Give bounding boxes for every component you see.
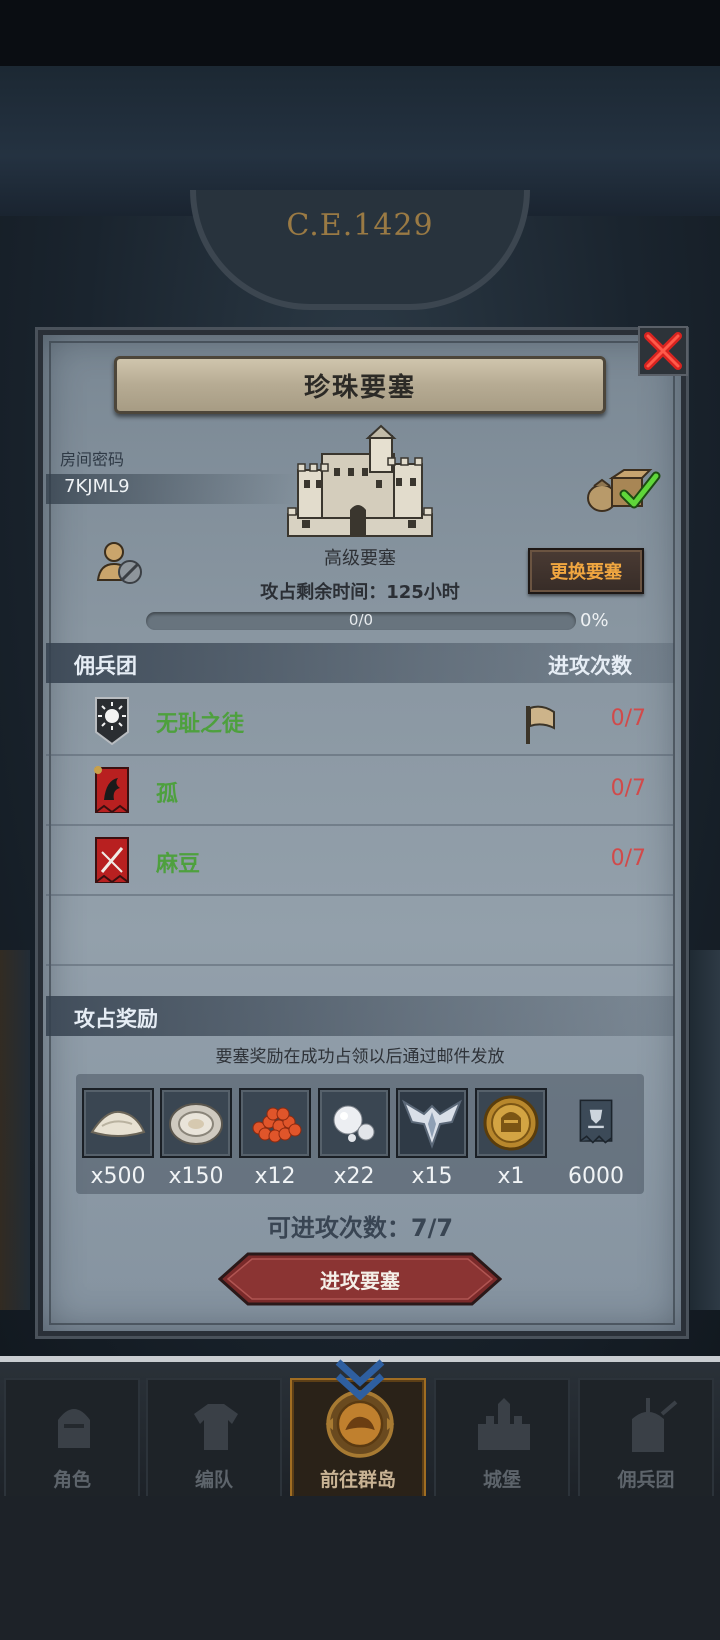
mercenary-name: 孤 xyxy=(156,782,179,807)
nav-item-formation[interactable]: 编队 xyxy=(146,1378,282,1500)
change-fortress-button[interactable]: 更换要塞 xyxy=(528,548,644,594)
change-fortress-label: 更换要塞 xyxy=(550,562,622,583)
pearl-icon xyxy=(322,1092,386,1154)
reward-qty: x22 xyxy=(333,1164,375,1189)
reward-item[interactable]: x1 xyxy=(475,1088,547,1189)
reward-item[interactable]: x12 xyxy=(239,1088,311,1189)
knight-helmet-icon xyxy=(58,1409,90,1448)
guild-banner-icon xyxy=(579,1099,613,1144)
fortress-castle-icon xyxy=(287,424,433,537)
close-icon xyxy=(644,332,682,370)
reward-qty: x150 xyxy=(168,1164,224,1189)
salt-pile-icon xyxy=(86,1092,150,1154)
capture-progress-text: 0/0 xyxy=(348,611,374,629)
reward-qty: x1 xyxy=(497,1164,525,1189)
oyster-icon xyxy=(164,1092,228,1154)
reward-qty: x500 xyxy=(90,1164,146,1189)
reward-item[interactable]: x15 xyxy=(396,1088,468,1189)
empty-mercenary-slot xyxy=(46,896,674,966)
calendar-year: C.E.1429 xyxy=(286,208,434,243)
nav-label: 城堡 xyxy=(482,1469,521,1491)
reward-qty: x15 xyxy=(411,1164,453,1189)
mercenary-attack-count: 0/7 xyxy=(610,706,646,731)
fortress-type-label: 高级要塞 xyxy=(324,548,396,569)
reward-header-label: 攻占奖励 xyxy=(74,1007,158,1031)
attack-count-header: 进攻次数 xyxy=(548,654,632,678)
attack-fortress-label: 进攻要塞 xyxy=(320,1268,400,1293)
mercenary-name: 麻豆 xyxy=(156,852,201,877)
capture-progress-percent: 0% xyxy=(580,610,609,631)
reward-note: 要塞奖励在成功占领以后通过邮件发放 xyxy=(215,1047,505,1067)
status-bar-area xyxy=(0,0,720,66)
nav-label: 佣兵团 xyxy=(617,1469,675,1491)
chevron-down-icon xyxy=(335,1359,385,1400)
attacks-available: 可进攻次数：7/7 xyxy=(266,1214,454,1242)
nav-label: 角色 xyxy=(52,1469,91,1491)
mercenary-row[interactable]: 麻豆 0/7 xyxy=(46,826,674,896)
room-password-value[interactable]: 7KJML9 xyxy=(64,476,130,497)
right-edge-decor xyxy=(690,950,720,1310)
castle-icon xyxy=(478,1398,530,1450)
close-button[interactable] xyxy=(638,326,688,376)
nav-label: 编队 xyxy=(194,1469,233,1491)
capture-progress-bar: 0/0 xyxy=(146,611,576,630)
reward-item[interactable]: 6000 xyxy=(560,1088,632,1189)
sun-banner-icon xyxy=(95,697,129,746)
sword-banner-icon xyxy=(95,837,129,884)
loot-collected-icon xyxy=(587,469,661,512)
left-edge-decor xyxy=(0,950,30,1310)
attack-fortress-button[interactable]: 进攻要塞 xyxy=(218,1252,502,1306)
knight-coin-icon xyxy=(479,1092,543,1154)
nav-item-character[interactable]: 角色 xyxy=(4,1378,140,1500)
reward-qty: x12 xyxy=(254,1164,296,1189)
mercenary-attack-count: 0/7 xyxy=(610,846,646,871)
mercenary-header-label: 佣兵团 xyxy=(74,654,137,678)
mercenary-attack-count: 0/7 xyxy=(610,776,646,801)
room-password-label: 房间密码 xyxy=(60,450,125,469)
dialog-title-plate: 珍珠要塞 xyxy=(114,356,606,414)
reward-item[interactable]: x22 xyxy=(318,1088,390,1189)
time-remaining: 攻占剩余时间：125小时 xyxy=(260,582,460,603)
bottom-area xyxy=(0,1496,720,1640)
fish-roe-icon xyxy=(243,1092,307,1154)
beast-banner-icon xyxy=(94,766,129,814)
nav-item-castle[interactable]: 城堡 xyxy=(434,1378,570,1500)
leader-flag-icon xyxy=(526,705,555,744)
reward-item[interactable]: x500 xyxy=(82,1088,154,1189)
armor-icon xyxy=(194,1404,238,1450)
nav-item-mercenary[interactable]: 佣兵团 xyxy=(578,1378,714,1500)
reward-qty: 6000 xyxy=(568,1164,624,1189)
reward-item[interactable]: x150 xyxy=(160,1088,232,1189)
mercenary-row[interactable]: 孤 0/7 xyxy=(46,756,674,826)
mercenary-icon xyxy=(632,1398,678,1452)
mercenary-name: 无耻之徒 xyxy=(156,712,245,737)
member-restrict-icon[interactable] xyxy=(96,540,144,586)
winged-emblem-icon xyxy=(400,1092,464,1154)
dialog-title: 珍珠要塞 xyxy=(303,372,416,403)
mercenary-row[interactable]: 无耻之徒 0/7 xyxy=(46,686,674,756)
nav-label: 前往群岛 xyxy=(319,1469,396,1491)
